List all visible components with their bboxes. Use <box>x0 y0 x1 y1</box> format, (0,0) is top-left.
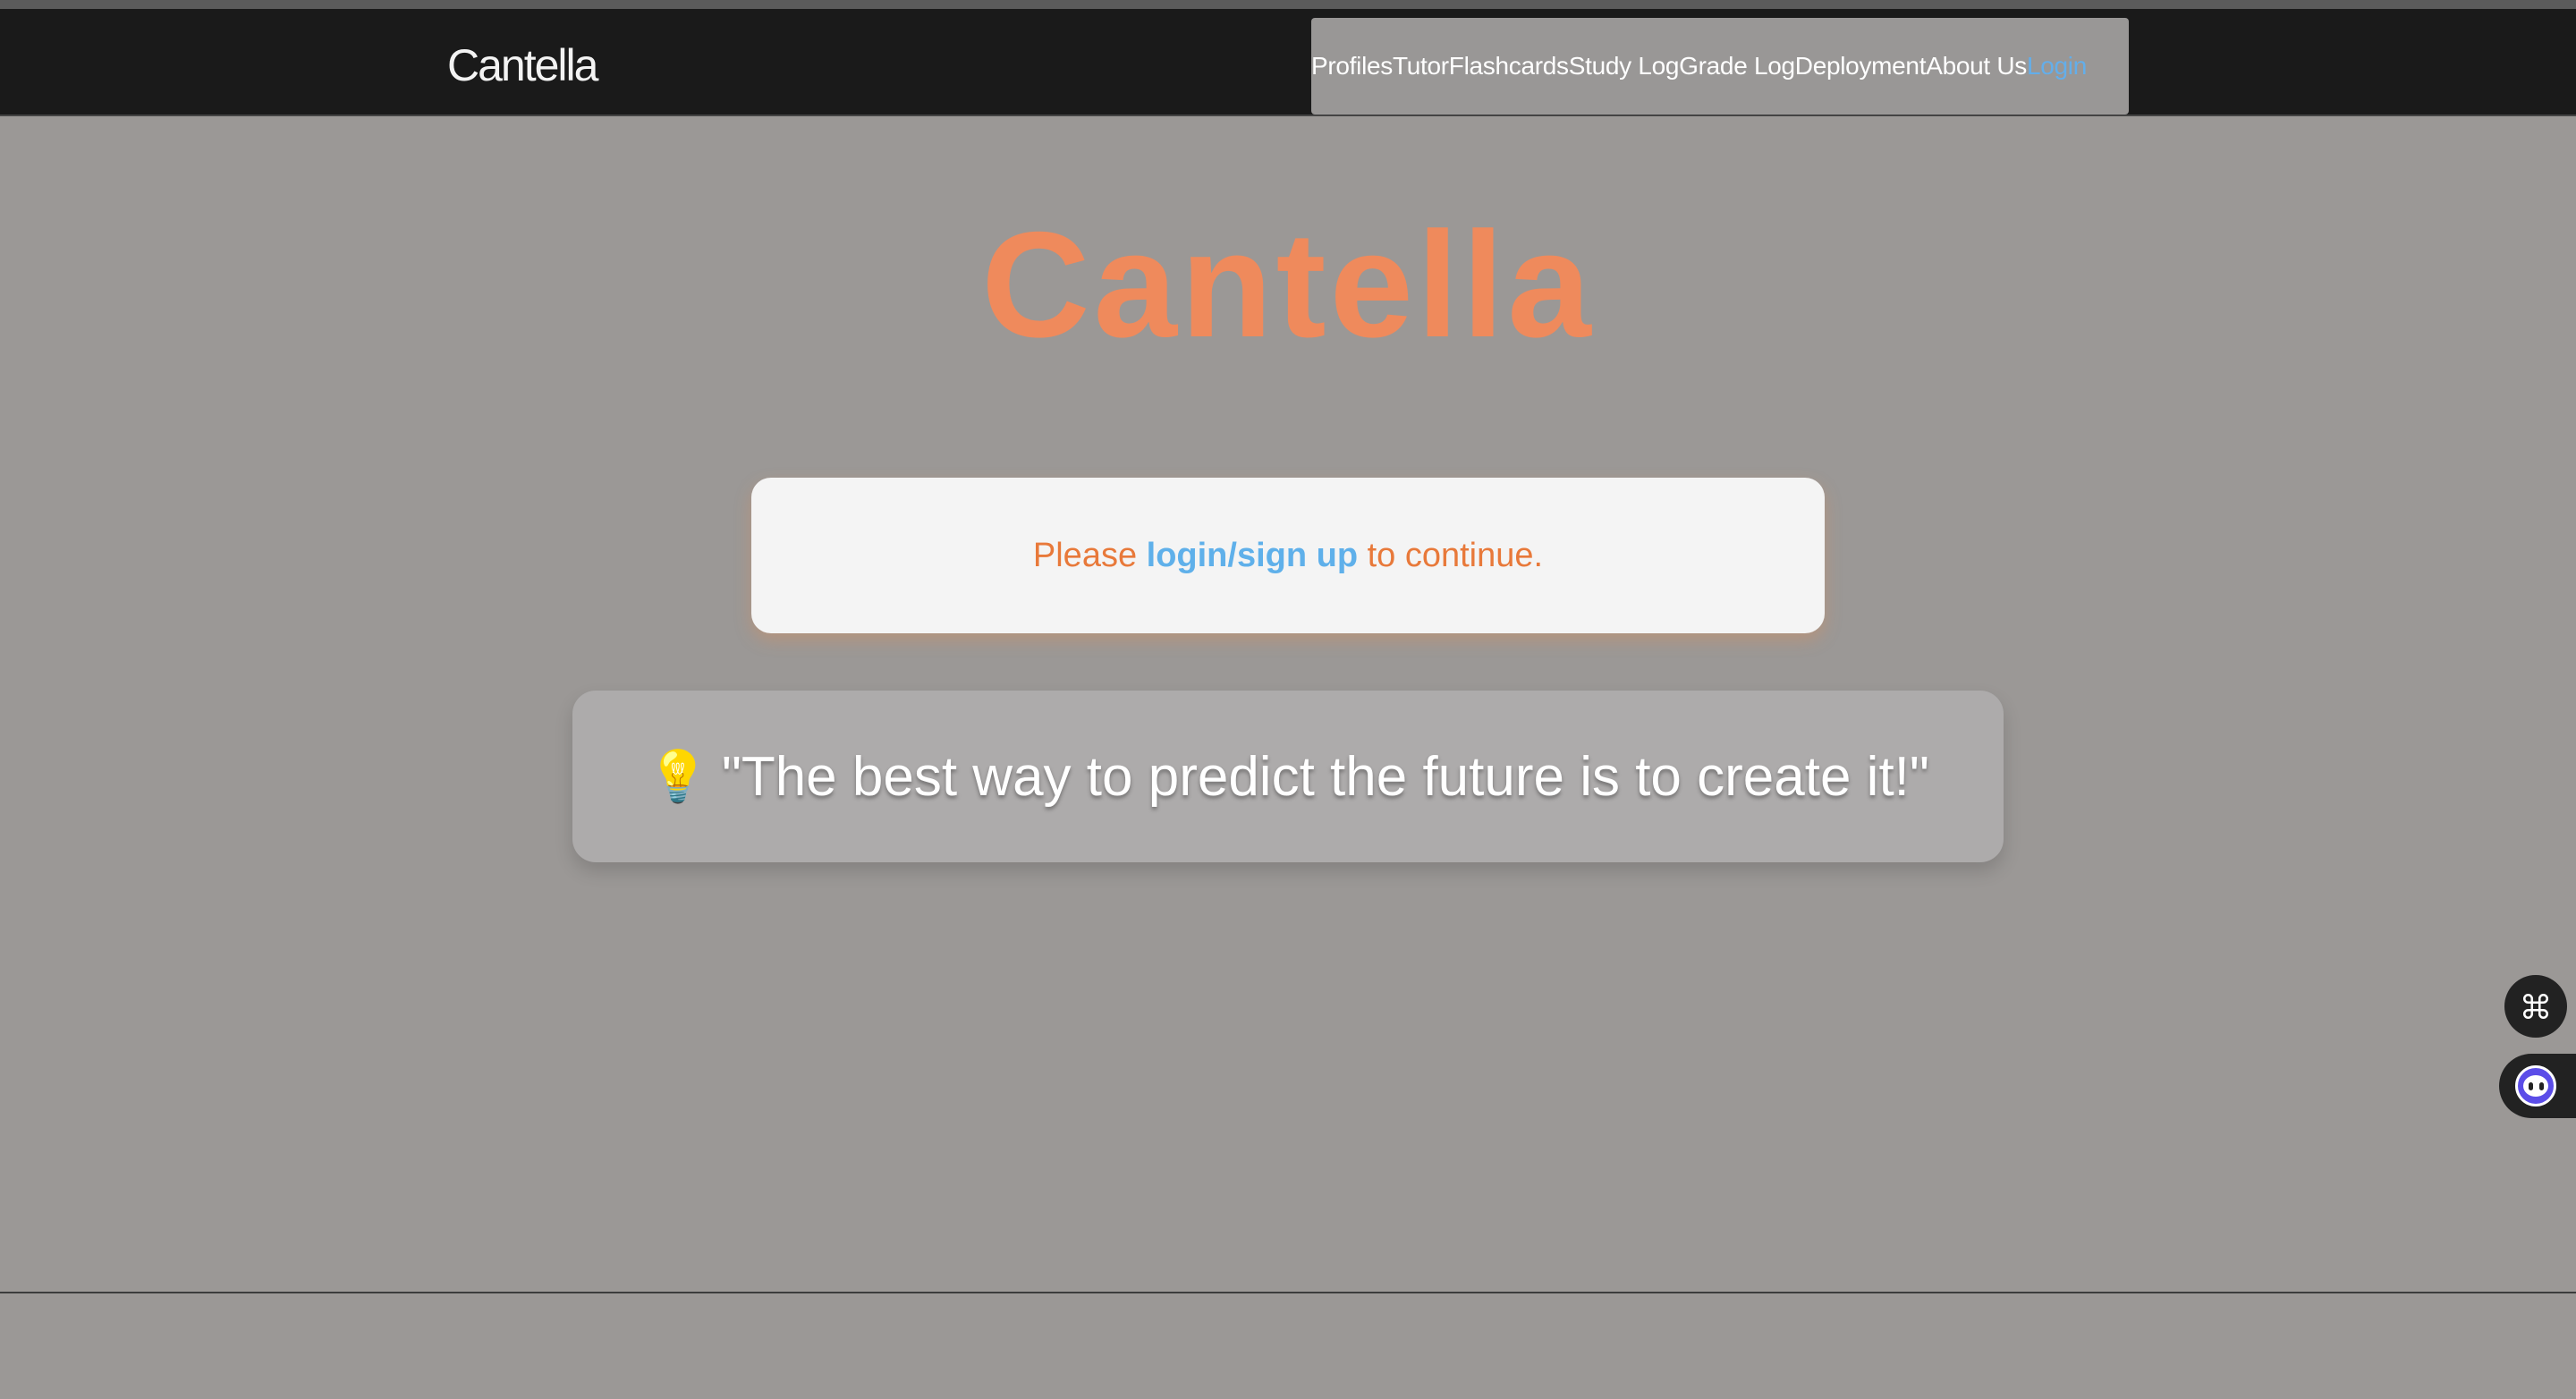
login-prompt-suffix: to continue. <box>1358 536 1544 574</box>
login-prompt-prefix: Please <box>1032 536 1147 574</box>
brand-logo[interactable]: Cantella <box>447 39 598 91</box>
navbar: Cantella Profiles Tutor Flashcards Study… <box>0 18 2576 116</box>
login-prompt-card: Please login/sign up to continue. <box>751 478 1825 633</box>
nav-links: Profiles Tutor Flashcards Study Log Grad… <box>1311 18 2129 114</box>
browser-top-strip <box>0 0 2576 9</box>
footer-divider <box>0 1292 2576 1293</box>
nav-item-about-us[interactable]: About Us <box>1926 52 2027 81</box>
quote-card: 💡 "The best way to predict the future is… <box>572 691 2004 862</box>
assistant-bot-icon <box>2515 1065 2556 1106</box>
lightbulb-icon: 💡 <box>647 748 709 804</box>
nav-item-login[interactable]: Login <box>2027 52 2087 81</box>
nav-item-flashcards[interactable]: Flashcards <box>1449 52 1569 81</box>
hero-title: Cantella <box>981 200 1595 369</box>
login-signup-link[interactable]: login/sign up <box>1147 537 1358 575</box>
quote-text: "The best way to predict the future is t… <box>721 745 1929 808</box>
nav-item-tutor[interactable]: Tutor <box>1393 52 1449 81</box>
nav-item-grade-log[interactable]: Grade Log <box>1679 52 1795 81</box>
nav-item-profiles[interactable]: Profiles <box>1311 52 1393 81</box>
browser-top-strip-dark <box>0 9 2576 18</box>
nav-item-deployment[interactable]: Deployment <box>1795 52 1927 81</box>
assistant-bot-button[interactable] <box>2499 1054 2576 1118</box>
nav-item-study-log[interactable]: Study Log <box>1569 52 1680 81</box>
command-key-icon[interactable] <box>2504 975 2567 1038</box>
